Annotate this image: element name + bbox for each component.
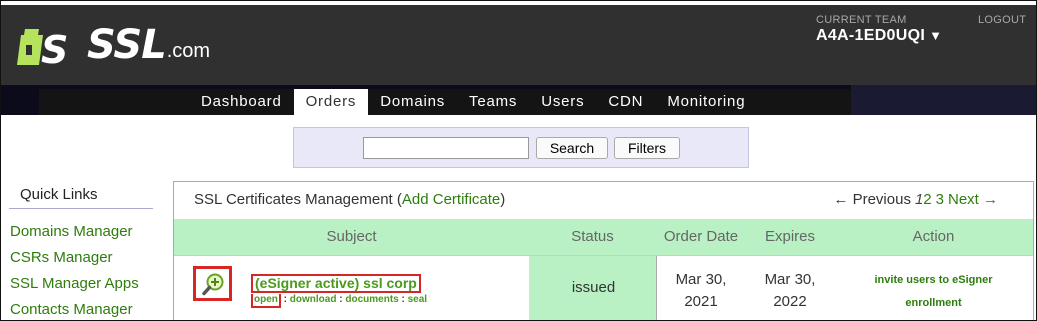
separator: : bbox=[283, 294, 288, 305]
logout-link[interactable]: LOGOUT bbox=[978, 14, 1026, 26]
pager-page-3[interactable]: 3 bbox=[936, 191, 944, 208]
search-button[interactable]: Search bbox=[536, 137, 608, 159]
quick-link-csrs-manager[interactable]: CSRs Manager bbox=[10, 249, 139, 275]
tab-users[interactable]: Users bbox=[529, 89, 596, 115]
ssl-logo[interactable]: S SSL .com bbox=[17, 17, 211, 72]
current-team-value: A4A-1ED0UQI bbox=[816, 27, 926, 44]
logo-text: SSL bbox=[87, 22, 167, 68]
details-button[interactable] bbox=[193, 266, 232, 301]
order-date-cell: Mar 30, 2021 bbox=[656, 269, 746, 313]
order-date-line-2: 2021 bbox=[684, 293, 718, 310]
column-header-expires: Expires bbox=[764, 228, 816, 245]
tab-teams[interactable]: Teams bbox=[457, 89, 529, 115]
expires-cell: Mar 30, 2022 bbox=[746, 269, 834, 313]
quick-link-ssl-manager-apps[interactable]: SSL Manager Apps bbox=[10, 275, 139, 301]
subject-link[interactable]: (eSigner active) ssl corp bbox=[251, 274, 421, 293]
tab-cdn[interactable]: CDN bbox=[596, 89, 655, 115]
current-team-label: CURRENT TEAM bbox=[816, 14, 907, 26]
filters-button[interactable]: Filters bbox=[614, 137, 680, 159]
search-bar: Search Filters bbox=[293, 127, 749, 168]
quick-link-domains-manager[interactable]: Domains Manager bbox=[10, 223, 139, 249]
panel-title-suffix: ) bbox=[500, 191, 506, 208]
current-team-dropdown[interactable]: A4A-1ED0UQI ▼ bbox=[816, 27, 942, 45]
column-header-order-date: Order Date bbox=[663, 228, 739, 245]
quick-links-divider bbox=[9, 208, 153, 209]
subject-cell: (eSigner active) ssl corp open : downloa… bbox=[251, 274, 427, 308]
table-header: Subject Status Order Date Expires Action bbox=[174, 219, 1033, 255]
quick-links-title: Quick Links bbox=[20, 186, 98, 203]
pager-next[interactable]: Next → bbox=[948, 191, 998, 208]
separator: : bbox=[339, 294, 343, 305]
pager-current-page: 1 bbox=[914, 191, 924, 208]
search-input[interactable] bbox=[363, 137, 529, 159]
pagination: ← Previous 1 2 3 Next → bbox=[833, 191, 998, 208]
certificates-panel: SSL Certificates Management (Add Certifi… bbox=[173, 181, 1034, 320]
documents-link[interactable]: documents bbox=[345, 294, 398, 305]
panel-title: SSL Certificates Management (Add Certifi… bbox=[194, 191, 505, 208]
ssl-dashboard-page: S SSL .com CURRENT TEAM A4A-1ED0UQI ▼ LOG… bbox=[0, 0, 1037, 321]
main-nav: Dashboard Orders Domains Teams Users CDN… bbox=[39, 89, 851, 115]
invite-esigner-action[interactable]: invite users to eSigner enrollment bbox=[856, 269, 1011, 315]
pager-page-2[interactable]: 2 bbox=[923, 191, 931, 208]
pager-previous: ← Previous bbox=[833, 191, 911, 208]
top-header: S SSL .com CURRENT TEAM A4A-1ED0UQI ▼ LOG… bbox=[1, 1, 1036, 85]
panel-title-prefix: SSL Certificates Management ( bbox=[194, 191, 402, 208]
tab-orders[interactable]: Orders bbox=[293, 89, 369, 115]
quick-link-contacts-manager[interactable]: Contacts Manager bbox=[10, 301, 139, 320]
status-value: issued bbox=[571, 279, 616, 296]
seal-link[interactable]: seal bbox=[408, 294, 427, 305]
column-header-action: Action bbox=[912, 228, 955, 245]
tab-domains[interactable]: Domains bbox=[368, 89, 457, 115]
column-header-status: Status bbox=[571, 228, 614, 245]
dropdown-caret-icon: ▼ bbox=[929, 28, 943, 43]
svg-text:S: S bbox=[41, 28, 68, 69]
action-line-2: enrollment bbox=[905, 297, 962, 309]
action-line-1: invite users to eSigner bbox=[874, 274, 993, 286]
tab-dashboard[interactable]: Dashboard bbox=[189, 89, 294, 115]
open-link[interactable]: open bbox=[251, 294, 281, 308]
magnifier-plus-icon bbox=[202, 272, 226, 301]
separator: : bbox=[401, 294, 405, 305]
table-row: (eSigner active) ssl corp open : downloa… bbox=[174, 255, 1033, 320]
nav-bar-right-strip bbox=[851, 85, 1036, 115]
expires-line-1: Mar 30, bbox=[764, 271, 816, 288]
expires-line-2: 2022 bbox=[773, 293, 807, 310]
quick-links-list: Domains Manager CSRs Manager SSL Manager… bbox=[10, 223, 139, 320]
logo-mark-icon: S bbox=[17, 25, 87, 72]
add-certificate-link[interactable]: Add Certificate bbox=[402, 191, 500, 208]
tab-monitoring[interactable]: Monitoring bbox=[655, 89, 757, 115]
order-date-line-1: Mar 30, bbox=[675, 271, 727, 288]
logo-domain: .com bbox=[166, 40, 211, 62]
column-header-subject: Subject bbox=[326, 228, 377, 245]
status-cell: issued bbox=[529, 256, 656, 320]
download-link[interactable]: download bbox=[290, 294, 337, 305]
subject-actions: open : download : documents : seal bbox=[251, 294, 427, 308]
current-team[interactable]: CURRENT TEAM A4A-1ED0UQI ▼ bbox=[816, 14, 942, 45]
